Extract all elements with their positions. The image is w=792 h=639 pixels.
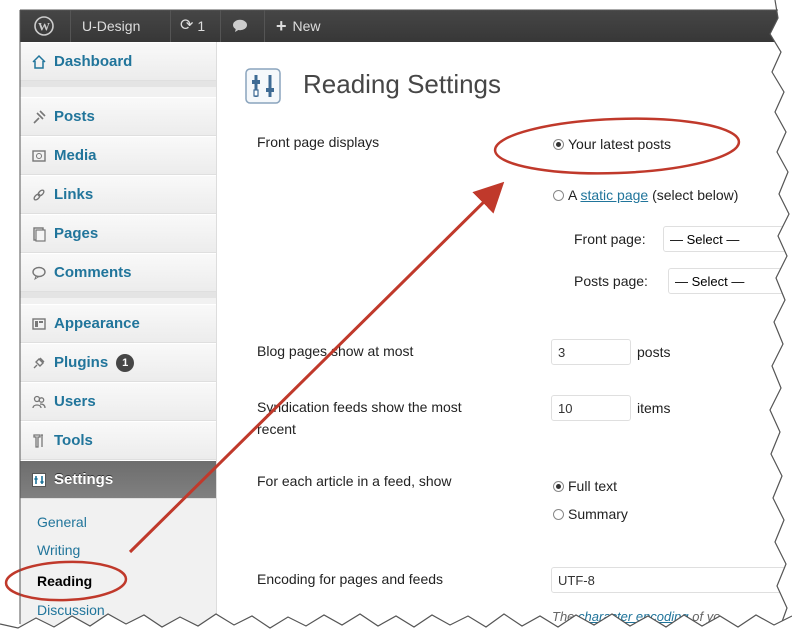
- site-name-label: U-Design: [82, 18, 141, 34]
- sidebar-item-dashboard[interactable]: Dashboard: [20, 42, 216, 81]
- submenu-general[interactable]: General: [37, 514, 87, 530]
- character-encoding-link[interactable]: character encoding: [578, 609, 689, 624]
- plugin-icon: [30, 354, 48, 372]
- sidebar-item-label: Users: [54, 393, 96, 410]
- screenshot-page: W U-Design ⟳ 1 + New Dashboard Posts Med…: [0, 0, 792, 639]
- sidebar-item-label: Settings: [54, 471, 114, 488]
- front-page-label: Front page:: [574, 231, 646, 247]
- syndication-label-line2: recent: [257, 421, 296, 437]
- svg-text:W: W: [38, 20, 50, 34]
- sidebar-item-posts[interactable]: Posts: [20, 97, 216, 136]
- radio-latest-posts[interactable]: [553, 139, 564, 150]
- page-title: Reading Settings: [303, 69, 502, 99]
- posts-page-select[interactable]: — Select —: [668, 268, 792, 294]
- sidebar-item-tools[interactable]: Tools: [20, 421, 216, 460]
- syndication-unit: items: [637, 400, 671, 416]
- plugin-update-badge: 1: [116, 353, 135, 372]
- static-page-suffix: (select below): [652, 187, 739, 203]
- appearance-icon: [30, 315, 48, 333]
- sidebar-item-label: Links: [54, 186, 94, 203]
- sidebar-item-label: Pages: [54, 225, 99, 242]
- main-content: Reading Settings Front page displays You…: [217, 42, 792, 639]
- latest-posts-label[interactable]: Your latest posts: [568, 136, 671, 152]
- wordpress-logo-button[interactable]: W: [34, 10, 54, 42]
- comments-button[interactable]: [232, 10, 248, 42]
- blog-pages-input[interactable]: 3: [551, 339, 631, 365]
- users-icon: [30, 393, 48, 411]
- comment-icon: [30, 264, 48, 282]
- blog-pages-label: Blog pages show at most: [257, 343, 414, 359]
- encoding-label: Encoding for pages and feeds: [257, 571, 444, 587]
- static-page-prefix: A: [568, 187, 577, 203]
- feed-article-label: For each article in a feed, show: [257, 473, 452, 489]
- radio-full-text[interactable]: [553, 481, 564, 492]
- static-page-option[interactable]: A static page (select below): [568, 187, 738, 203]
- summary-label[interactable]: Summary: [568, 506, 628, 522]
- speech-bubble-icon: [233, 19, 247, 32]
- sidebar-item-label: Dashboard: [54, 53, 133, 70]
- static-page-link[interactable]: static page: [580, 187, 648, 203]
- pages-icon: [30, 225, 48, 243]
- syndication-label-line1: Syndication feeds show the most: [257, 399, 462, 415]
- updates-count: 1: [197, 18, 206, 34]
- sidebar-item-pages[interactable]: Pages: [20, 214, 216, 253]
- sidebar-item-label: Comments: [54, 264, 132, 281]
- site-name-link[interactable]: U-Design: [82, 10, 140, 42]
- new-label: New: [292, 18, 321, 34]
- blog-pages-unit: posts: [637, 344, 671, 360]
- wordpress-logo-icon: W: [34, 16, 54, 36]
- media-icon: [30, 147, 48, 165]
- radio-summary[interactable]: [553, 509, 564, 520]
- home-icon: [30, 53, 48, 71]
- settings-icon: [30, 471, 48, 489]
- updates-button[interactable]: ⟳ 1: [180, 10, 205, 42]
- sidebar-item-settings[interactable]: Settings: [20, 460, 216, 499]
- encoding-input[interactable]: UTF-8: [551, 567, 792, 593]
- sidebar-item-label: Appearance: [54, 315, 140, 332]
- submenu-reading[interactable]: Reading: [37, 573, 92, 589]
- sidebar-item-label: Posts: [54, 108, 95, 125]
- sidebar-item-label: Media: [54, 147, 97, 164]
- sidebar-item-appearance[interactable]: Appearance: [20, 304, 216, 343]
- new-content-button[interactable]: + New: [276, 10, 321, 42]
- pin-icon: [30, 108, 48, 126]
- admin-sidebar: Dashboard Posts Media Links Pages Commen…: [20, 42, 217, 639]
- tools-icon: [30, 432, 48, 450]
- sidebar-item-comments[interactable]: Comments: [20, 253, 216, 292]
- sidebar-item-plugins[interactable]: Plugins 1: [20, 343, 216, 382]
- link-icon: [30, 186, 48, 204]
- front-page-select[interactable]: — Select —: [663, 226, 792, 252]
- full-text-label[interactable]: Full text: [568, 478, 617, 494]
- sidebar-item-label: Plugins: [54, 354, 109, 371]
- encoding-help: The character encoding of yo: [552, 609, 720, 624]
- radio-static-page[interactable]: [553, 190, 564, 201]
- settings-page-icon: [245, 68, 281, 104]
- submenu-writing[interactable]: Writing: [37, 542, 80, 558]
- sidebar-item-users[interactable]: Users: [20, 382, 216, 421]
- sidebar-item-media[interactable]: Media: [20, 136, 216, 175]
- front-page-displays-label: Front page displays: [257, 134, 380, 150]
- posts-page-label: Posts page:: [574, 273, 648, 289]
- encoding-help-suffix: of yo: [692, 609, 721, 624]
- plus-icon: +: [276, 16, 287, 36]
- sidebar-item-links[interactable]: Links: [20, 175, 216, 214]
- syndication-input[interactable]: 10: [551, 395, 631, 421]
- submenu-discussion[interactable]: Discussion: [37, 602, 105, 618]
- refresh-icon: ⟳: [180, 17, 194, 34]
- admin-bar: W U-Design ⟳ 1 + New: [20, 10, 792, 42]
- sidebar-item-label: Tools: [54, 432, 93, 449]
- encoding-help-prefix: The: [552, 609, 575, 624]
